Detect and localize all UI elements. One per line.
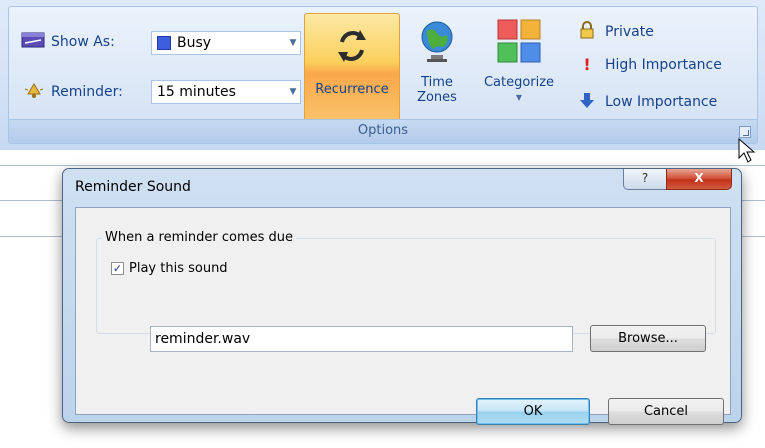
time-zones-label-1: Time [421,75,453,90]
high-importance-label: High Importance [605,56,722,73]
ribbon: Show As: Busy ▼ Reminder: 15 minutes ▼ R… [0,0,765,150]
chevron-down-icon: ▼ [515,93,523,102]
options-group-label: Options [357,123,409,138]
play-sound-row[interactable]: ✓ Play this sound [111,261,228,276]
time-zones-button[interactable]: Time Zones [409,17,465,105]
show-as-combo[interactable]: Busy ▼ [151,31,301,55]
reminder-combo[interactable]: 15 minutes ▼ [151,80,301,104]
recurrence-arrows-icon [305,24,399,72]
time-zones-label-2: Zones [417,90,457,105]
categorize-label: Categorize [483,75,555,90]
color-categories-icon [473,17,565,69]
chevron-down-icon[interactable]: ▼ [286,87,300,97]
groupbox-title: When a reminder comes due [102,230,297,245]
play-sound-checkbox[interactable]: ✓ [111,262,124,275]
show-as-value: Busy [177,35,212,51]
recurrence-label: Recurrence [315,82,389,97]
categorize-button[interactable]: Categorize ▼ [473,17,565,105]
bell-icon [23,81,45,103]
options-group: Show As: Busy ▼ Reminder: 15 minutes ▼ R… [8,6,758,144]
reminder-sound-dialog: Reminder Sound ? X When a reminder comes… [62,168,742,425]
dialog-launcher-icon[interactable] [739,126,751,138]
sound-file-input[interactable]: reminder.wav [150,326,573,352]
recurrence-button[interactable]: Recurrence [304,13,400,123]
low-importance-label: Low Importance [605,94,718,110]
private-button[interactable]: Private [579,21,654,43]
cancel-button[interactable]: Cancel [608,398,724,425]
padlock-icon [579,21,595,43]
reminder-groupbox [96,238,716,334]
ok-button[interactable]: OK [476,398,590,425]
calendar-busy-icon [21,31,45,53]
help-button[interactable]: ? [623,169,667,190]
play-sound-label: Play this sound [129,261,228,276]
show-as-label-row: Show As: [21,31,115,53]
high-importance-button[interactable]: ! High Importance [579,55,722,74]
exclamation-icon: ! [583,55,591,74]
background-divider [0,165,765,166]
reminder-value: 15 minutes [157,84,236,100]
reminder-label: Reminder: [51,84,123,100]
options-group-label-bar: Options [9,119,757,143]
down-arrow-icon [579,91,595,113]
chevron-down-icon[interactable]: ▼ [286,38,300,48]
busy-swatch [157,36,171,50]
mouse-pointer-icon [738,137,756,168]
globe-icon [409,17,465,69]
reminder-label-row: Reminder: [23,81,123,103]
low-importance-button[interactable]: Low Importance [579,91,717,113]
dialog-title: Reminder Sound [75,179,191,195]
dialog-body: When a reminder comes due ✓ Play this so… [75,207,731,425]
close-button[interactable]: X [666,169,732,190]
private-label: Private [605,24,654,40]
browse-button[interactable]: Browse... [590,325,706,352]
show-as-label: Show As: [51,34,115,50]
